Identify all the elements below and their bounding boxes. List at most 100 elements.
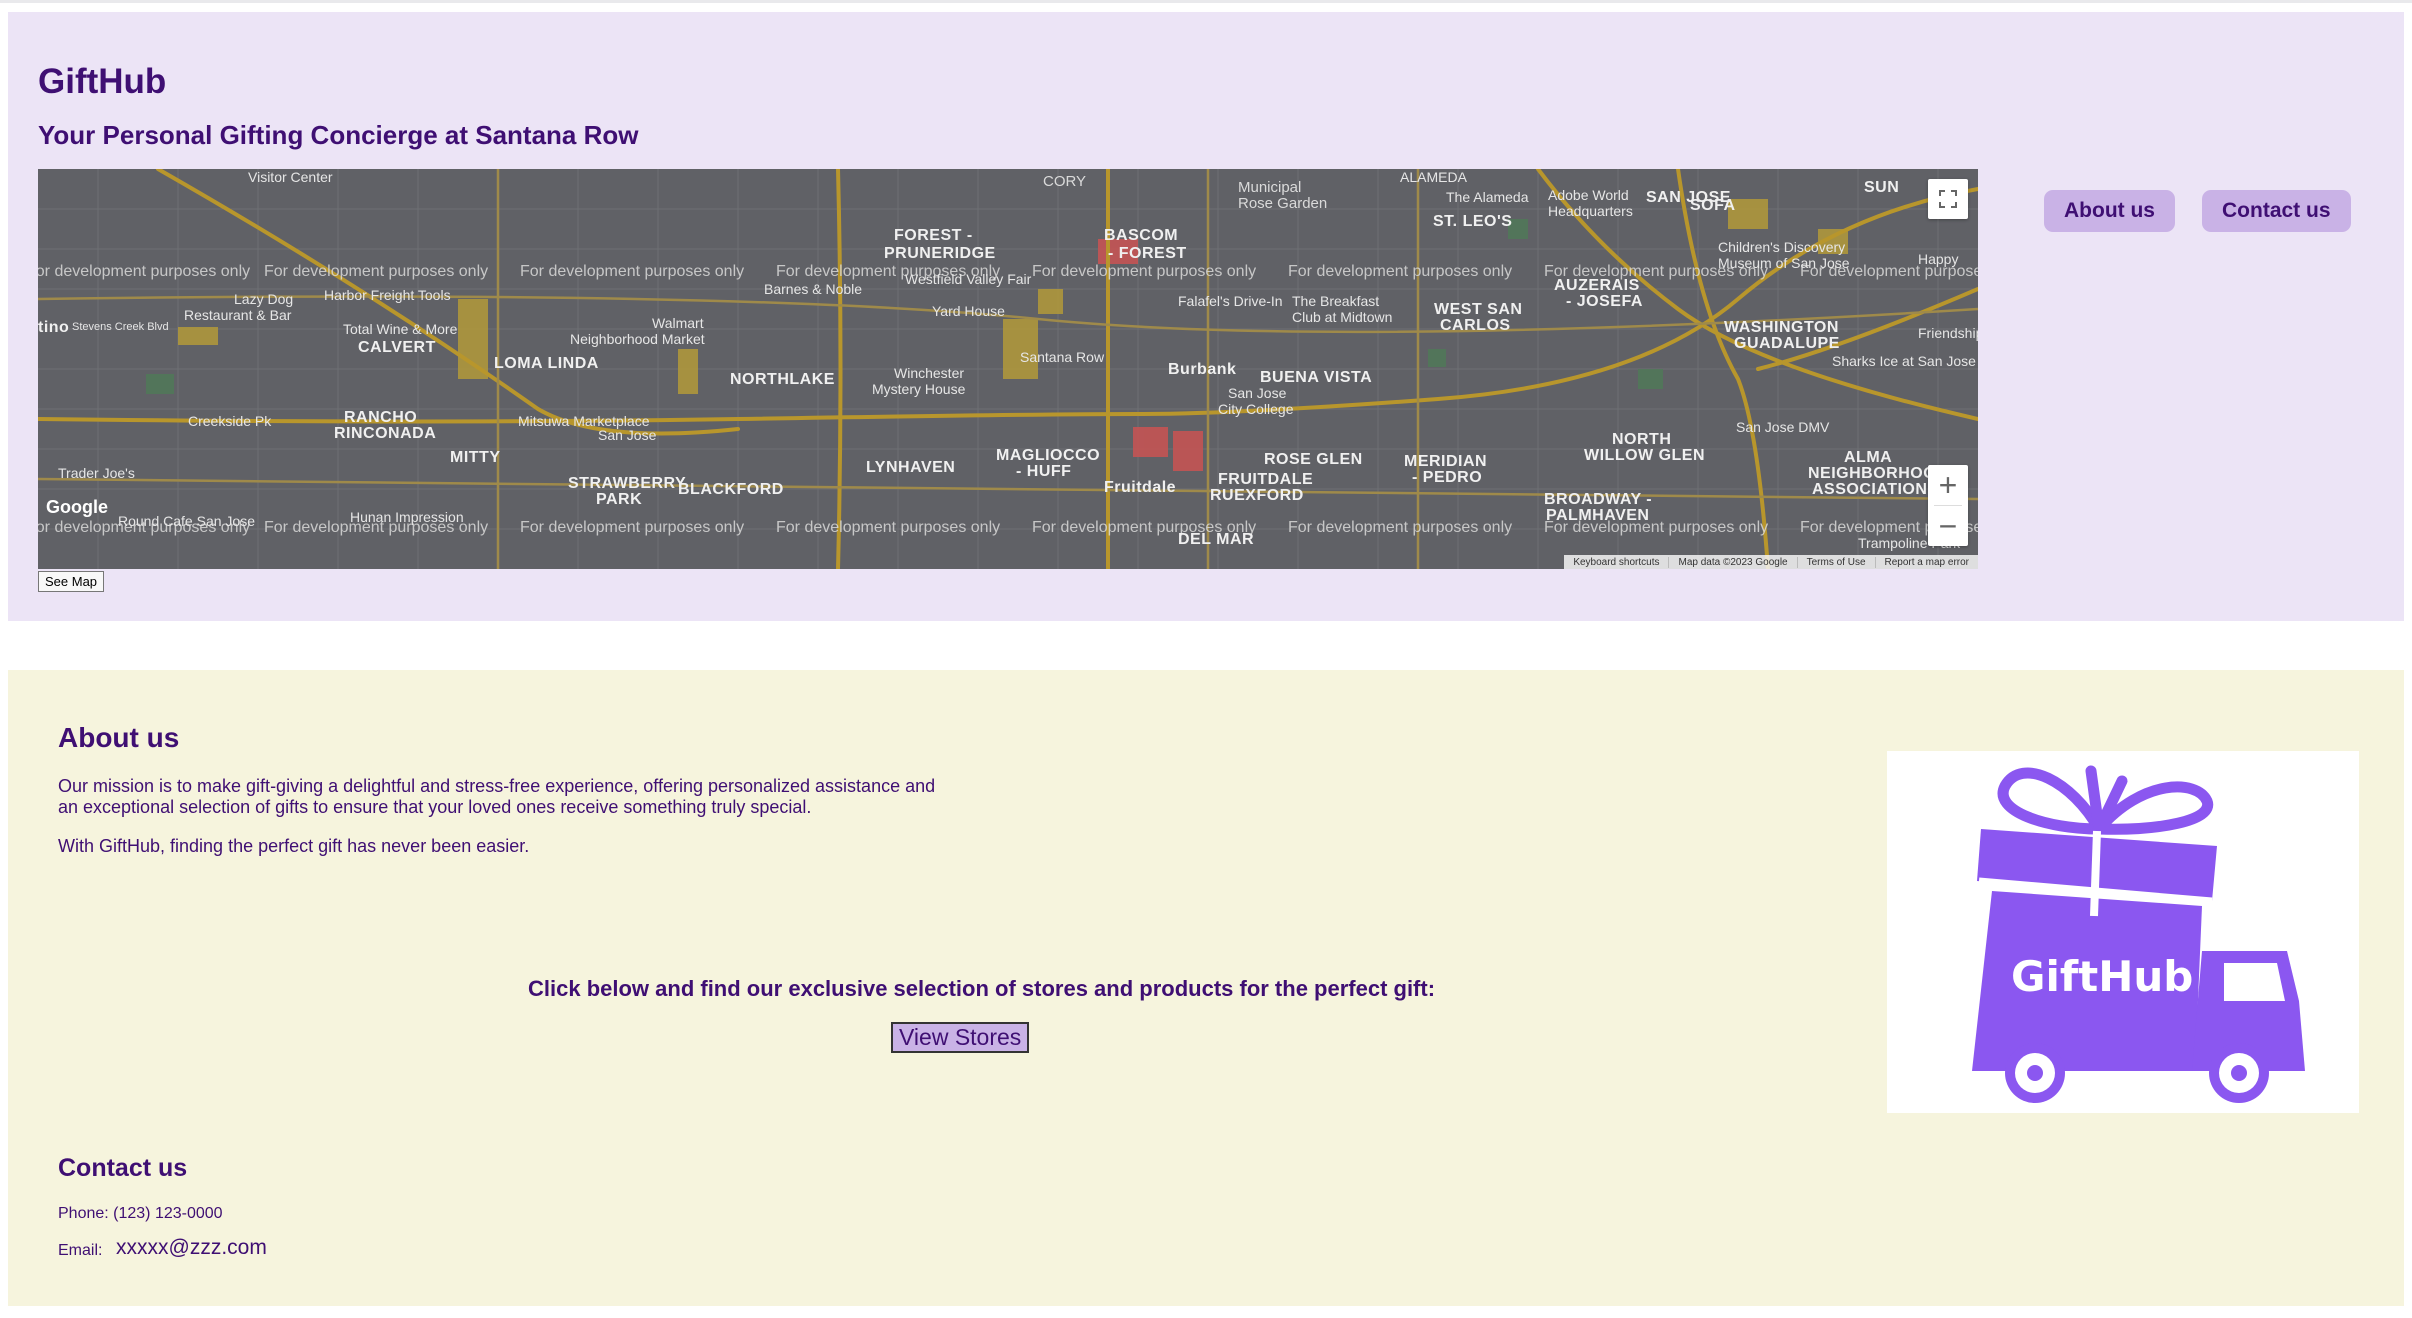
nav-about-button[interactable]: About us <box>2044 190 2175 232</box>
about-secondary-text: With GiftHub, finding the perfect gift h… <box>58 836 530 856</box>
nav-contact-button[interactable]: Contact us <box>2202 190 2351 232</box>
map-label: BLACKFORD <box>678 481 784 498</box>
gift-truck-icon: GiftHub <box>1972 765 2305 1103</box>
map-roads <box>38 169 1978 569</box>
map-label: DEL MAR <box>1178 531 1255 548</box>
header: GiftHub Your Personal Gifting Concierge … <box>8 12 2404 621</box>
logo-text: GiftHub <box>2011 952 2193 1001</box>
map-label: SUN <box>1864 179 1900 196</box>
map-label: ST. LEO'S <box>1433 213 1513 230</box>
map-label: CARLOS <box>1440 317 1511 334</box>
top-divider <box>0 0 2412 3</box>
map-label: - FOREST <box>1108 245 1187 262</box>
map-label: Neighborhood Market <box>570 331 705 347</box>
map-label: Total Wine & More <box>343 321 458 337</box>
map-label: PRUNERIDGE <box>884 245 996 262</box>
map-label: FOREST - <box>894 227 973 244</box>
map-watermark: For development purposes only <box>264 263 489 280</box>
map-label: Headquarters <box>1548 203 1633 219</box>
about-mission-text: Our mission is to make gift-giving a del… <box>58 776 936 817</box>
email-link[interactable]: xxxxx@zzz.com <box>116 1236 267 1260</box>
map-attribution: Keyboard shortcuts Map data ©2023 Google… <box>1564 555 1978 569</box>
map-label: Burbank <box>1168 361 1237 378</box>
map-label: WILLOW GLEN <box>1584 447 1706 464</box>
report-map-error-link[interactable]: Report a map error <box>1874 556 1978 568</box>
about-title: About us <box>58 722 180 753</box>
map-label: Fruitdale <box>1104 479 1177 496</box>
map-label: ALAMEDA <box>1400 169 1467 185</box>
map-label: CORY <box>1043 173 1087 190</box>
map-label: Santana Row <box>1020 349 1105 365</box>
map-label: GUADALUPE <box>1734 335 1840 352</box>
map-label: PARK <box>596 491 643 508</box>
map-watermark: For development purposes only <box>520 519 745 536</box>
map-label: Harbor Freight Tools <box>324 287 451 303</box>
main-section: About us Our mission is to make gift-giv… <box>8 670 2404 1306</box>
zoom-out-button[interactable]: − <box>1928 506 1968 546</box>
map-label: MITTY <box>450 449 501 466</box>
map-label: Rose Garden <box>1238 195 1328 212</box>
map-label: The Alameda <box>1446 189 1529 205</box>
map-label: Barnes & Noble <box>764 281 863 297</box>
map-watermark: For development purposes only <box>1288 519 1513 536</box>
site-title: GiftHub <box>38 62 167 101</box>
map-label: - JOSEFA <box>1566 293 1643 310</box>
map-label: ASSOCIATION <box>1812 481 1928 498</box>
map-watermark: For development purposes only <box>1032 263 1257 280</box>
map-label: Mystery House <box>872 381 966 397</box>
map-label: LYNHAVEN <box>866 459 956 476</box>
map-label: Children's Discovery <box>1718 239 1846 255</box>
map-label: Creekside Pk <box>188 413 272 429</box>
gifthub-logo: GiftHub <box>1887 751 2359 1113</box>
map-label: Westfield Valley Fair <box>905 271 1032 287</box>
map-label: Municipal <box>1238 179 1302 196</box>
map-label: RUEXFORD <box>1210 487 1304 504</box>
map-label: Club at Midtown <box>1292 309 1393 325</box>
map-label: BASCOM <box>1104 227 1179 244</box>
map-watermark: For development purposes only <box>776 519 1001 536</box>
map-label: San Jose <box>1228 385 1287 401</box>
map-label: tino <box>38 319 70 336</box>
map-label: Adobe World <box>1548 187 1629 203</box>
map-data-text: Map data ©2023 Google <box>1668 556 1796 568</box>
keyboard-shortcuts-link[interactable]: Keyboard shortcuts <box>1564 557 1668 568</box>
map-label: Walmart <box>652 315 704 331</box>
map-label: Friendship <box>1918 325 1978 341</box>
map-label: Winchester <box>894 365 965 381</box>
see-map-button[interactable]: See Map <box>38 571 105 592</box>
map-label: Museum of San Jose <box>1718 255 1850 271</box>
contact-title: Contact us <box>58 1154 188 1182</box>
map-label: Round Cafe San Jose <box>118 513 255 529</box>
map-label: LOMA LINDA <box>494 355 599 372</box>
map-label: City College <box>1218 401 1294 417</box>
phone-text: Phone: (123) 123-0000 <box>58 1205 223 1222</box>
map-label: PALMHAVEN <box>1546 507 1650 524</box>
map-watermark: For development purposes only <box>1288 263 1513 280</box>
email-label: Email: <box>58 1242 103 1259</box>
cta-text: Click below and find our exclusive selec… <box>528 976 1436 1001</box>
terms-of-use-link[interactable]: Terms of Use <box>1796 556 1875 568</box>
map-label: San Jose DMV <box>1736 419 1830 435</box>
map-label: Restaurant & Bar <box>184 307 292 323</box>
map-label: Happy <box>1918 251 1959 267</box>
map-label: Yard House <box>932 303 1005 319</box>
google-logo: Google <box>46 497 108 517</box>
map-label: NORTHLAKE <box>730 371 835 388</box>
map-label: - HUFF <box>1016 463 1072 480</box>
map-label: San Jose <box>598 427 657 443</box>
map-label: Visitor Center <box>248 169 333 185</box>
fullscreen-icon[interactable] <box>1928 179 1968 219</box>
map-label: CALVERT <box>358 339 436 356</box>
view-stores-button[interactable]: View Stores <box>891 1022 1030 1053</box>
map-label: Trader Joe's <box>58 465 135 481</box>
map-label: SAN JOSE <box>1646 189 1731 206</box>
fullscreen-icon <box>1939 190 1957 208</box>
map-label: The Breakfast <box>1292 293 1380 309</box>
google-map[interactable]: For development purposes only For develo… <box>38 169 1978 569</box>
map-label: Sharks Ice at San Jose <box>1832 353 1976 369</box>
map-label: Falafel's Drive-In <box>1178 293 1283 309</box>
map-label: Hunan Impression <box>350 509 464 525</box>
map-label: ROSE GLEN <box>1264 451 1363 468</box>
zoom-in-button[interactable]: + <box>1928 465 1968 505</box>
tagline: Your Personal Gifting Concierge at Santa… <box>38 120 639 150</box>
